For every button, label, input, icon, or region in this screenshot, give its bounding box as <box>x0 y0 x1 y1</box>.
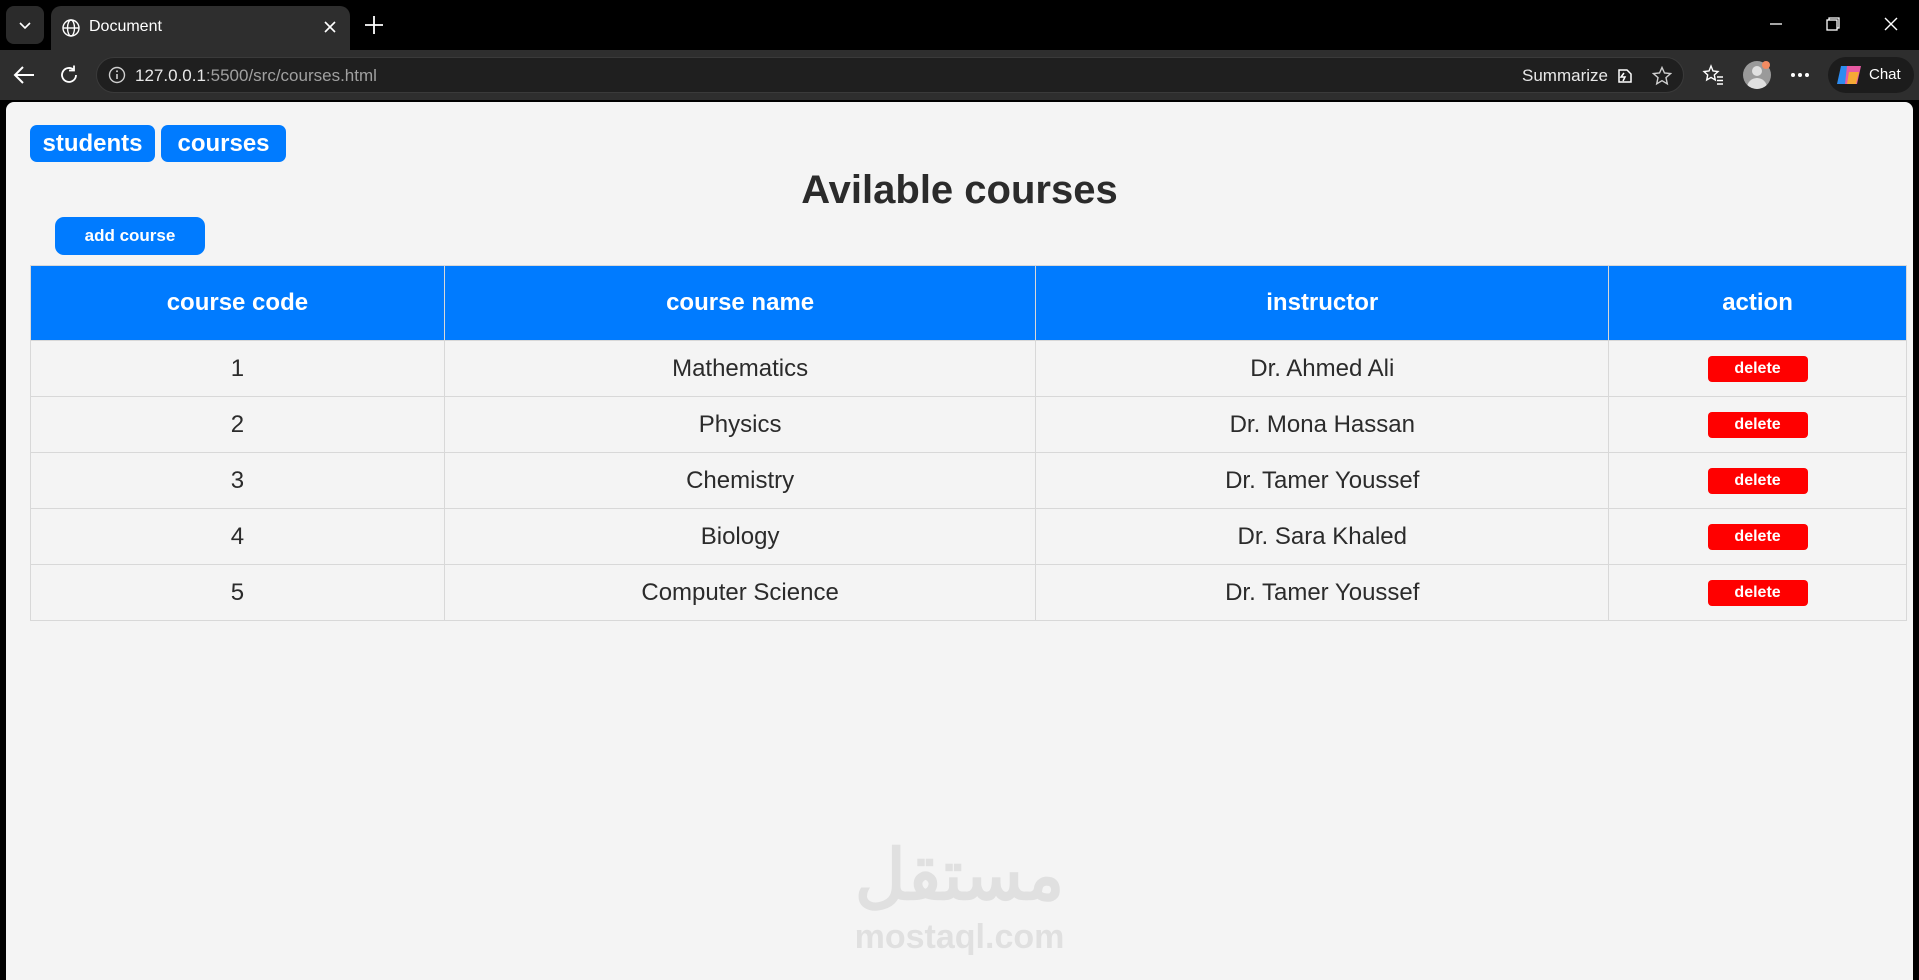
favorites-icon[interactable] <box>1702 64 1724 86</box>
course-name-cell: Computer Science <box>443 564 1037 621</box>
action-cell: delete <box>1608 340 1907 397</box>
course-name-cell: Chemistry <box>443 452 1037 509</box>
course-code-cell: 4 <box>30 508 445 565</box>
copilot-icon <box>1837 66 1861 84</box>
delete-button[interactable]: delete <box>1707 412 1808 439</box>
chevron-down-icon <box>19 22 31 30</box>
add-course-button[interactable]: add course <box>55 217 205 255</box>
course-name-cell: Mathematics <box>443 340 1037 397</box>
window-close-icon[interactable] <box>1883 16 1899 32</box>
table-row: 3 Chemistry Dr. Tamer Youssef delete <box>30 452 1907 509</box>
browser-tab-strip: Document <box>0 0 1919 50</box>
browser-tab[interactable]: Document <box>51 6 350 50</box>
url-host: 127.0.0.1 <box>135 66 206 85</box>
table-row: 1 Mathematics Dr. Ahmed Ali delete <box>30 340 1907 397</box>
nav-courses-button[interactable]: courses <box>161 125 286 162</box>
header-instructor: instructor <box>1035 265 1610 341</box>
nav-students-button[interactable]: students <box>30 125 155 162</box>
summarize-icon[interactable] <box>1615 66 1635 86</box>
browser-toolbar: 127.0.0.1:5500/src/courses.html Summariz… <box>0 50 1919 100</box>
delete-button[interactable]: delete <box>1707 468 1808 495</box>
favorite-star-icon[interactable] <box>1652 66 1672 86</box>
new-tab-icon[interactable] <box>363 14 385 36</box>
restore-icon[interactable] <box>1826 17 1840 31</box>
action-cell: delete <box>1608 396 1907 453</box>
chat-label: Chat <box>1869 66 1901 83</box>
instructor-cell: Dr. Tamer Youssef <box>1035 564 1610 621</box>
course-name-cell: Biology <box>443 508 1037 565</box>
tab-list-button[interactable] <box>6 6 44 44</box>
url-text: 127.0.0.1:5500/src/courses.html <box>135 66 377 86</box>
instructor-cell: Dr. Tamer Youssef <box>1035 452 1610 509</box>
course-code-cell: 2 <box>30 396 445 453</box>
courses-table: course code course name instructor actio… <box>30 265 1907 621</box>
course-code-cell: 1 <box>30 340 445 397</box>
url-path: :5500/src/courses.html <box>205 66 377 85</box>
delete-button[interactable]: delete <box>1707 356 1808 383</box>
globe-icon <box>62 19 80 37</box>
summarize-button[interactable]: Summarize <box>1522 66 1608 86</box>
instructor-cell: Dr. Mona Hassan <box>1035 396 1610 453</box>
table-row: 2 Physics Dr. Mona Hassan delete <box>30 396 1907 453</box>
page-title: Avilable courses <box>801 168 1118 212</box>
tab-title: Document <box>89 18 162 35</box>
reload-icon[interactable] <box>58 64 80 86</box>
more-options-icon[interactable] <box>1790 72 1810 78</box>
minimize-icon[interactable] <box>1769 17 1783 31</box>
address-bar[interactable]: 127.0.0.1:5500/src/courses.html Summariz… <box>96 57 1684 93</box>
instructor-cell: Dr. Ahmed Ali <box>1035 340 1610 397</box>
notification-dot <box>1762 61 1770 69</box>
back-arrow-icon[interactable] <box>12 64 36 86</box>
action-cell: delete <box>1608 452 1907 509</box>
header-course-name: course name <box>443 265 1037 341</box>
action-cell: delete <box>1608 508 1907 565</box>
close-icon[interactable] <box>322 19 338 35</box>
course-code-cell: 5 <box>30 564 445 621</box>
action-cell: delete <box>1608 564 1907 621</box>
watermark-logo: مستقل <box>854 836 1065 914</box>
table-row: 5 Computer Science Dr. Tamer Youssef del… <box>30 564 1907 621</box>
delete-button[interactable]: delete <box>1707 580 1808 607</box>
info-icon[interactable] <box>108 66 126 84</box>
course-name-cell: Physics <box>443 396 1037 453</box>
watermark-text: mostaql.com <box>854 918 1065 956</box>
header-course-code: course code <box>30 265 445 341</box>
instructor-cell: Dr. Sara Khaled <box>1035 508 1610 565</box>
delete-button[interactable]: delete <box>1707 524 1808 551</box>
page-viewport: students courses Avilable courses add co… <box>6 102 1913 980</box>
table-header-row: course code course name instructor actio… <box>30 265 1907 341</box>
chat-button[interactable]: Chat <box>1828 57 1914 93</box>
table-row: 4 Biology Dr. Sara Khaled delete <box>30 508 1907 565</box>
header-action: action <box>1608 265 1907 341</box>
course-code-cell: 3 <box>30 452 445 509</box>
